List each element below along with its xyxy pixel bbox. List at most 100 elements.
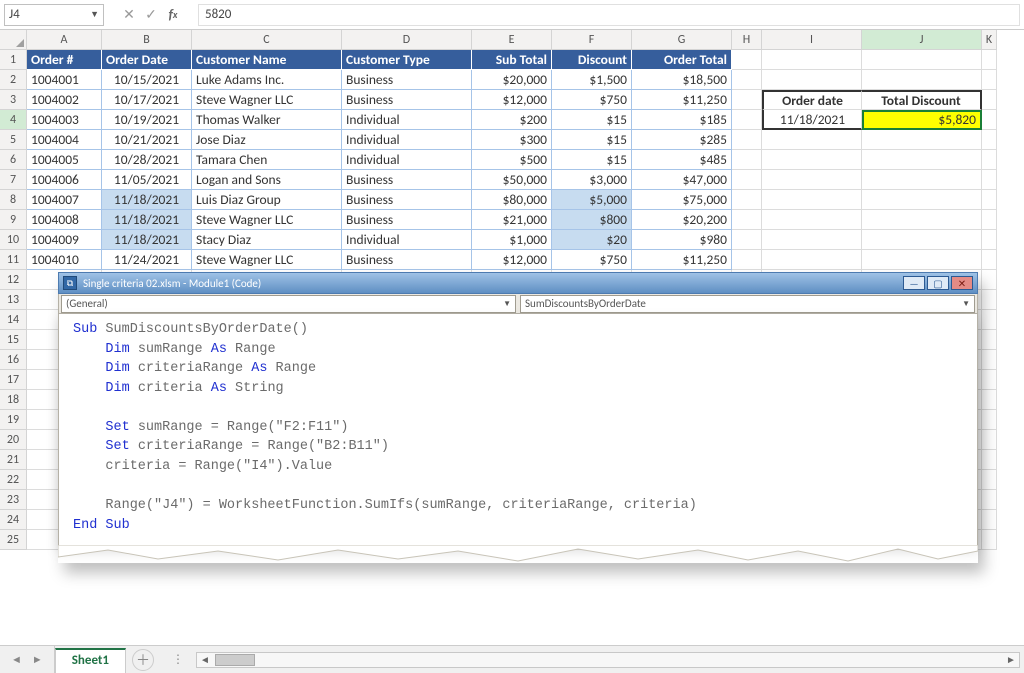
table-cell[interactable]: Steve Wagner LLC xyxy=(192,250,342,270)
row-head-11[interactable]: 11 xyxy=(0,250,27,270)
col-head-A[interactable]: A xyxy=(27,30,102,50)
vba-titlebar[interactable]: ⧉ Single criteria 02.xlsm - Module1 (Cod… xyxy=(58,272,978,294)
cell-J1[interactable] xyxy=(862,50,982,70)
table-cell[interactable]: $50,000 xyxy=(472,170,552,190)
table-cell[interactable]: 1004005 xyxy=(27,150,102,170)
table-cell[interactable]: $80,000 xyxy=(472,190,552,210)
col-head-B[interactable]: B xyxy=(102,30,192,50)
cell-K2[interactable] xyxy=(982,70,997,90)
hdr-disc[interactable]: Discount xyxy=(552,50,632,70)
col-head-D[interactable]: D xyxy=(342,30,472,50)
col-head-G[interactable]: G xyxy=(632,30,732,50)
table-cell[interactable]: Business xyxy=(342,190,472,210)
row-head-20[interactable]: 20 xyxy=(0,430,27,450)
row-head-16[interactable]: 16 xyxy=(0,350,27,370)
table-cell[interactable]: 11/18/2021 xyxy=(102,210,192,230)
cell-H5[interactable] xyxy=(732,130,762,150)
table-cell[interactable]: 11/24/2021 xyxy=(102,250,192,270)
table-cell[interactable]: Business xyxy=(342,70,472,90)
table-cell[interactable]: Business xyxy=(342,250,472,270)
table-cell[interactable]: $75,000 xyxy=(632,190,732,210)
row-head-19[interactable]: 19 xyxy=(0,410,27,430)
cell-I10[interactable] xyxy=(762,230,862,250)
table-cell[interactable]: 10/19/2021 xyxy=(102,110,192,130)
row-head-3[interactable]: 3 xyxy=(0,90,27,110)
table-cell[interactable]: $12,000 xyxy=(472,250,552,270)
vba-scope-dropdown[interactable]: (General)▼ xyxy=(61,295,516,313)
hdr-date[interactable]: Order Date xyxy=(102,50,192,70)
table-cell[interactable]: Luke Adams Inc. xyxy=(192,70,342,90)
table-cell[interactable]: Individual xyxy=(342,150,472,170)
cell-K14[interactable] xyxy=(982,310,997,330)
table-cell[interactable]: 1004004 xyxy=(27,130,102,150)
table-cell[interactable]: $485 xyxy=(632,150,732,170)
cell-K15[interactable] xyxy=(982,330,997,350)
cell-K21[interactable] xyxy=(982,450,997,470)
cell-J10[interactable] xyxy=(862,230,982,250)
cell-H6[interactable] xyxy=(732,150,762,170)
table-cell[interactable]: $200 xyxy=(472,110,552,130)
row-head-6[interactable]: 6 xyxy=(0,150,27,170)
cell-J7[interactable] xyxy=(862,170,982,190)
table-cell[interactable]: Luis Diaz Group xyxy=(192,190,342,210)
hdr-order[interactable]: Order # xyxy=(27,50,102,70)
cell-I9[interactable] xyxy=(762,210,862,230)
hscroll-track[interactable]: ◄ ► xyxy=(196,652,1020,668)
hdr-sub[interactable]: Sub Total xyxy=(472,50,552,70)
table-cell[interactable]: Logan and Sons xyxy=(192,170,342,190)
table-cell[interactable]: 11/18/2021 xyxy=(102,190,192,210)
cell-H2[interactable] xyxy=(732,70,762,90)
table-cell[interactable]: 1004010 xyxy=(27,250,102,270)
cell-K5[interactable] xyxy=(982,130,997,150)
vba-code-pane[interactable]: Sub SumDiscountsByOrderDate() Dim sumRan… xyxy=(58,314,978,545)
fx-icon[interactable]: fx xyxy=(164,6,182,24)
col-head-K[interactable]: K xyxy=(982,30,997,50)
cell-K7[interactable] xyxy=(982,170,997,190)
cell-J8[interactable] xyxy=(862,190,982,210)
table-cell[interactable]: Business xyxy=(342,210,472,230)
table-cell[interactable]: $12,000 xyxy=(472,90,552,110)
table-cell[interactable]: Stacy Diaz xyxy=(192,230,342,250)
cell-I11[interactable] xyxy=(762,250,862,270)
table-cell[interactable]: $1,000 xyxy=(472,230,552,250)
table-cell[interactable]: 1004002 xyxy=(27,90,102,110)
table-cell[interactable]: $3,000 xyxy=(552,170,632,190)
table-cell[interactable]: Steve Wagner LLC xyxy=(192,90,342,110)
hdr-type[interactable]: Customer Type xyxy=(342,50,472,70)
cell-K25[interactable] xyxy=(982,530,997,550)
col-head-I[interactable]: I xyxy=(762,30,862,50)
table-cell[interactable]: 10/28/2021 xyxy=(102,150,192,170)
cell-H11[interactable] xyxy=(732,250,762,270)
tab-split-handle[interactable]: ⋮ xyxy=(172,652,196,667)
cell-H10[interactable] xyxy=(732,230,762,250)
col-head-H[interactable]: H xyxy=(732,30,762,50)
table-cell[interactable]: $20 xyxy=(552,230,632,250)
table-cell[interactable]: Steve Wagner LLC xyxy=(192,210,342,230)
hscroll-thumb[interactable] xyxy=(215,654,255,666)
cell-H7[interactable] xyxy=(732,170,762,190)
row-head-1[interactable]: 1 xyxy=(0,50,27,70)
cell-K10[interactable] xyxy=(982,230,997,250)
row-head-25[interactable]: 25 xyxy=(0,530,27,550)
cell-I1[interactable] xyxy=(762,50,862,70)
cell-K16[interactable] xyxy=(982,350,997,370)
tab-next-icon[interactable]: ► xyxy=(29,653,46,666)
cell-J6[interactable] xyxy=(862,150,982,170)
hscroll-left-icon[interactable]: ◄ xyxy=(197,653,213,667)
hdr-total[interactable]: Order Total xyxy=(632,50,732,70)
row-head-12[interactable]: 12 xyxy=(0,270,27,290)
table-cell[interactable]: Thomas Walker xyxy=(192,110,342,130)
table-cell[interactable]: 10/17/2021 xyxy=(102,90,192,110)
cell-K1[interactable] xyxy=(982,50,997,70)
formula-bar-input[interactable]: 5820 xyxy=(198,4,1020,26)
table-cell[interactable]: $15 xyxy=(552,130,632,150)
table-cell[interactable]: $20,200 xyxy=(632,210,732,230)
cell-K3[interactable] xyxy=(982,90,997,110)
row-head-17[interactable]: 17 xyxy=(0,370,27,390)
add-sheet-button[interactable]: ＋ xyxy=(132,649,154,671)
table-cell[interactable]: 10/15/2021 xyxy=(102,70,192,90)
table-cell[interactable]: 1004003 xyxy=(27,110,102,130)
cell-J11[interactable] xyxy=(862,250,982,270)
row-head-2[interactable]: 2 xyxy=(0,70,27,90)
chevron-down-icon[interactable]: ▼ xyxy=(90,9,99,20)
